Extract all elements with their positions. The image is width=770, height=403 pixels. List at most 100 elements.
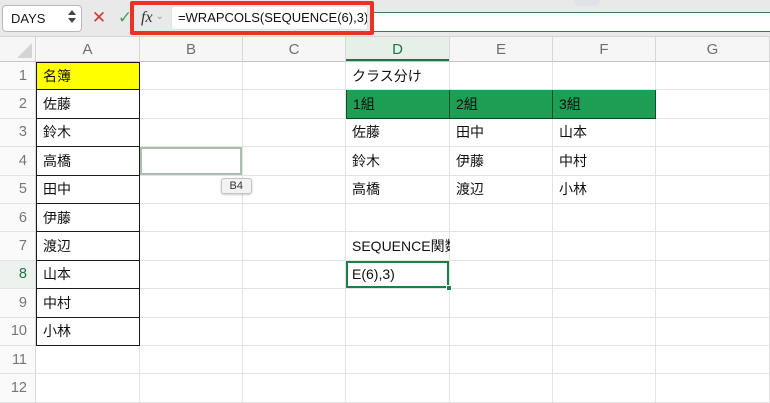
cell-G2[interactable] — [656, 90, 770, 119]
cell-C10[interactable] — [243, 317, 346, 346]
cell-D10[interactable] — [346, 317, 450, 346]
cell-F9[interactable] — [553, 289, 656, 318]
cell-F10[interactable] — [553, 317, 656, 346]
cell-E7[interactable] — [450, 232, 553, 261]
cell-A10[interactable]: 小林 — [36, 317, 140, 346]
row-header-12[interactable]: 12 — [0, 374, 36, 403]
cell-G8[interactable] — [656, 260, 770, 290]
cell-B9[interactable] — [140, 289, 243, 318]
row-header-11[interactable]: 11 — [0, 345, 36, 375]
cell-A4[interactable]: 高橋 — [36, 147, 140, 176]
cell-C6[interactable] — [243, 203, 346, 233]
cell-E11[interactable] — [450, 345, 553, 375]
formula-input[interactable]: =WRAPCOLS(SEQUENCE(6),3) — [170, 6, 368, 30]
cell-F4[interactable]: 中村 — [553, 147, 656, 176]
col-header-F[interactable]: F — [553, 37, 656, 62]
col-header-A[interactable]: A — [36, 37, 140, 62]
cell-F1[interactable] — [553, 62, 656, 91]
cell-B8[interactable] — [140, 260, 243, 290]
row-header-6[interactable]: 6 — [0, 203, 36, 233]
col-header-G[interactable]: G — [656, 37, 770, 62]
cell-D9[interactable] — [346, 289, 450, 318]
cell-E10[interactable] — [450, 317, 553, 346]
cell-G5[interactable] — [656, 175, 770, 204]
cell-C1[interactable] — [243, 62, 346, 91]
cell-E4[interactable]: 伊藤 — [450, 147, 553, 176]
cell-D7[interactable]: SEQUENCE関数 — [346, 232, 459, 261]
cell-G6[interactable] — [656, 203, 770, 233]
cell-A11[interactable] — [36, 345, 140, 375]
cell-G10[interactable] — [656, 317, 770, 346]
col-header-E[interactable]: E — [450, 37, 553, 62]
insert-function-icon[interactable]: fx ⌄ — [141, 9, 164, 27]
fill-handle[interactable] — [446, 285, 452, 292]
cell-G7[interactable] — [656, 232, 770, 261]
cell-D5[interactable]: 高橋 — [346, 175, 450, 204]
row-header-4[interactable]: 4 — [0, 147, 36, 176]
col-header-C[interactable]: C — [243, 37, 346, 62]
cell-A2[interactable]: 佐藤 — [36, 90, 140, 119]
cell-F2[interactable]: 3組 — [553, 90, 656, 119]
cell-F11[interactable] — [553, 345, 656, 375]
cell-A12[interactable] — [36, 374, 140, 403]
cell-B6[interactable] — [140, 203, 243, 233]
cell-A3[interactable]: 鈴木 — [36, 118, 140, 148]
cell-G9[interactable] — [656, 289, 770, 318]
cell-G4[interactable] — [656, 147, 770, 176]
cell-A6[interactable]: 伊藤 — [36, 203, 140, 233]
cell-A5[interactable]: 田中 — [36, 175, 140, 204]
cell-G11[interactable] — [656, 345, 770, 375]
cell-G1[interactable] — [656, 62, 770, 91]
cell-C9[interactable] — [243, 289, 346, 318]
row-header-8[interactable]: 8 — [0, 260, 36, 290]
cell-G3[interactable] — [656, 118, 770, 148]
cell-C5[interactable] — [243, 175, 346, 204]
cell-D11[interactable] — [346, 345, 450, 375]
cell-E12[interactable] — [450, 374, 553, 403]
cell-D6[interactable] — [346, 203, 450, 233]
cell-A7[interactable]: 渡辺 — [36, 232, 140, 261]
cell-D3[interactable]: 佐藤 — [346, 118, 450, 148]
cell-A1[interactable]: 名簿 — [36, 62, 140, 91]
cell-D8[interactable]: E(6),3) — [346, 260, 452, 292]
cell-B2[interactable] — [140, 90, 243, 119]
cell-C11[interactable] — [243, 345, 346, 375]
row-header-3[interactable]: 3 — [0, 118, 36, 148]
cell-C2[interactable] — [243, 90, 346, 119]
cell-C12[interactable] — [243, 374, 346, 403]
cell-E1[interactable] — [450, 62, 553, 91]
name-box-stepper-icon[interactable] — [68, 10, 76, 23]
cell-E6[interactable] — [450, 203, 553, 233]
col-header-B[interactable]: B — [140, 37, 243, 62]
cell-A8[interactable]: 山本 — [36, 260, 140, 290]
row-header-1[interactable]: 1 — [0, 62, 36, 91]
col-header-D[interactable]: D — [346, 37, 450, 62]
cell-B12[interactable] — [140, 374, 243, 403]
cell-C8[interactable] — [243, 260, 346, 290]
cell-F7[interactable] — [553, 232, 656, 261]
cell-F12[interactable] — [553, 374, 656, 403]
cell-F8[interactable] — [553, 260, 656, 290]
cell-B3[interactable] — [140, 118, 243, 148]
cell-B7[interactable] — [140, 232, 243, 261]
row-header-7[interactable]: 7 — [0, 232, 36, 261]
cell-B11[interactable] — [140, 345, 243, 375]
cell-D12[interactable] — [346, 374, 450, 403]
row-header-2[interactable]: 2 — [0, 90, 36, 119]
cell-E3[interactable]: 田中 — [450, 118, 553, 148]
cell-D1[interactable]: クラス分け — [346, 62, 450, 91]
cell-F3[interactable]: 山本 — [553, 118, 656, 148]
cancel-button[interactable]: ✕ — [86, 3, 112, 33]
cell-E8[interactable] — [450, 260, 553, 290]
cell-G12[interactable] — [656, 374, 770, 403]
cell-A9[interactable]: 中村 — [36, 289, 140, 318]
row-header-10[interactable]: 10 — [0, 317, 36, 346]
cell-C3[interactable] — [243, 118, 346, 148]
cell-C7[interactable] — [243, 232, 346, 261]
cell-B10[interactable] — [140, 317, 243, 346]
cell-B4[interactable]: B4 — [140, 147, 252, 194]
cell-C4[interactable] — [243, 147, 346, 176]
select-all-corner[interactable] — [0, 37, 36, 62]
cell-F6[interactable] — [553, 203, 656, 233]
cell-D2[interactable]: 1組 — [346, 90, 450, 119]
